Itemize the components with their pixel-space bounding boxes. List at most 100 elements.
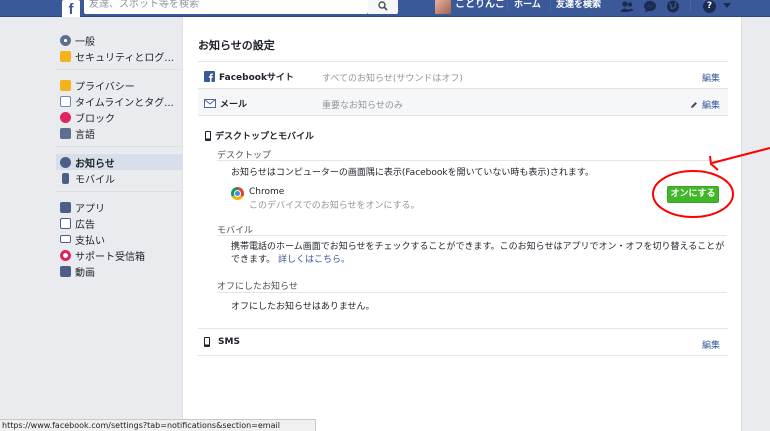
mobile-icon — [62, 172, 69, 184]
find-friends-link[interactable]: 友達を検索 — [556, 0, 601, 10]
divider — [217, 235, 727, 236]
help-icon[interactable]: ? — [703, 0, 716, 13]
edit-label: 編集 — [701, 341, 720, 351]
mobile-description: 携帯電話のホーム画面でお知らせをチェックすることができます。このお知らせはアプリ… — [231, 241, 731, 267]
notifications-globe-icon[interactable] — [666, 0, 680, 13]
sidebar-item-label: 動画 — [75, 267, 95, 279]
row-label-wrap: Facebookサイト — [204, 70, 294, 83]
edit-label: 編集 — [701, 74, 720, 84]
sidebar-item-label: 一般 — [75, 36, 95, 48]
account-menu-caret-icon[interactable] — [723, 3, 731, 8]
sidebar-item-security[interactable]: セキュリティとログ... — [56, 48, 182, 64]
ads-icon — [60, 217, 71, 229]
divider — [217, 160, 727, 161]
divider — [217, 292, 727, 293]
browser-name: Chrome — [249, 187, 285, 197]
sidebar-item-block[interactable]: ブロック — [56, 109, 182, 125]
desktop-mobile-section-title: デスクトップとモバイル — [205, 129, 314, 142]
sidebar-item-notifications[interactable]: お知らせ — [56, 154, 182, 170]
sidebar-item-language[interactable]: 言語 — [56, 125, 182, 141]
divider — [198, 355, 728, 356]
timeline-icon — [60, 95, 71, 107]
messages-icon[interactable] — [643, 0, 657, 13]
settings-sidebar: 一般 セキュリティとログ... プライバシー タイムラインとタグ... ブロック… — [56, 32, 182, 279]
sidebar-item-support-inbox[interactable]: サポート受信箱 — [56, 247, 182, 263]
search-button[interactable] — [368, 0, 398, 14]
sidebar-item-apps[interactable]: アプリ — [56, 199, 182, 215]
facebook-icon — [204, 71, 215, 82]
shield-icon — [60, 50, 71, 62]
sidebar-group-account: 一般 セキュリティとログ... — [56, 32, 182, 70]
lifebuoy-icon — [60, 249, 71, 261]
sidebar-item-timeline[interactable]: タイムラインとタグ... — [56, 93, 182, 109]
edit-link[interactable]: 編集 — [702, 338, 720, 351]
facebook-logo[interactable]: f — [62, 0, 80, 18]
globe-icon — [60, 156, 71, 168]
divider — [198, 115, 728, 116]
pencil-icon — [690, 101, 697, 108]
sidebar-group-notifications: お知らせ モバイル — [56, 154, 182, 192]
top-navigation-bar: f 友達、スポット等を検索 ことりんご ホーム 友達を検索 ? — [0, 0, 770, 18]
sidebar-item-videos[interactable]: 動画 — [56, 263, 182, 279]
sidebar-item-mobile[interactable]: モバイル — [56, 170, 182, 186]
avatar[interactable] — [435, 0, 451, 14]
phone-icon — [204, 337, 210, 347]
setting-row-facebook[interactable]: Facebookサイト すべてのお知らせ(サウンドはオフ) 編集 — [198, 61, 728, 88]
sidebar-item-label: お知らせ — [75, 158, 115, 170]
sidebar-item-ads[interactable]: 広告 — [56, 215, 182, 231]
section-title-label: デスクトップとモバイル — [215, 132, 315, 142]
apps-icon — [60, 201, 71, 213]
nav-divider — [690, 1, 691, 11]
notification-settings-panel: お知らせの設定 Facebookサイト すべてのお知らせ(サウンドはオフ) 編集… — [182, 17, 742, 431]
setting-label: メール — [220, 100, 248, 110]
block-icon — [60, 111, 71, 123]
chrome-icon — [231, 187, 244, 200]
sidebar-item-label: 広告 — [75, 219, 95, 231]
sidebar-item-label: プライバシー — [75, 81, 135, 93]
mail-icon — [204, 99, 216, 108]
sidebar-item-label: セキュリティとログ... — [75, 52, 174, 64]
edit-label: 編集 — [701, 101, 720, 111]
sidebar-item-payments[interactable]: 支払い — [56, 231, 182, 247]
edit-link[interactable]: 編集 — [690, 98, 720, 111]
sidebar-item-label: ブロック — [75, 113, 115, 125]
browser-status-bar: https://www.facebook.com/settings?tab=no… — [0, 419, 316, 431]
profile-link[interactable]: ことりんご — [455, 0, 505, 10]
sidebar-item-label: アプリ — [75, 203, 105, 215]
edit-link[interactable]: 編集 — [702, 71, 720, 84]
sidebar-item-label: 支払い — [75, 235, 105, 247]
sidebar-group-apps: アプリ 広告 支払い サポート受信箱 動画 — [56, 199, 182, 279]
page-title: お知らせの設定 — [198, 39, 275, 52]
disabled-notifications-heading: オフにしたお知らせ — [217, 282, 298, 292]
disabled-notifications-text: オフにしたお知らせはありません。 — [231, 302, 375, 312]
language-icon — [60, 127, 71, 139]
sidebar-item-label: サポート受信箱 — [75, 251, 145, 263]
browser-description: このデバイスでのお知らせをオンにする。 — [249, 201, 420, 211]
sidebar-item-label: 言語 — [75, 129, 95, 141]
search-icon — [378, 1, 388, 11]
sidebar-item-label: モバイル — [75, 174, 115, 186]
desktop-description: お知らせはコンピューターの画面隅に表示(Facebookを開いていない時も表示)… — [231, 168, 594, 178]
turn-on-button[interactable]: オンにする — [667, 186, 719, 203]
learn-more-link[interactable]: 詳しくはこちら。 — [278, 255, 350, 265]
setting-value: 重要なお知らせのみ — [322, 101, 403, 111]
home-link[interactable]: ホーム — [514, 0, 541, 10]
setting-value: すべてのお知らせ(サウンドはオフ) — [322, 74, 463, 84]
friend-requests-icon[interactable] — [620, 0, 634, 13]
setting-label: Facebookサイト — [219, 73, 294, 83]
row-label-wrap: SMS — [204, 337, 240, 347]
search-input[interactable]: 友達、スポット等を検索 — [84, 0, 368, 14]
gear-icon — [60, 34, 71, 46]
payment-icon — [60, 235, 71, 243]
sidebar-item-label: タイムラインとタグ... — [75, 97, 174, 109]
setting-row-email[interactable]: メール 重要なお知らせのみ 編集 — [198, 88, 728, 115]
mobile-icon — [205, 130, 211, 141]
video-icon — [60, 265, 71, 277]
setting-row-sms[interactable]: SMS 編集 — [198, 328, 728, 355]
setting-label: SMS — [218, 337, 240, 347]
nav-divider — [550, 1, 551, 11]
sidebar-item-general[interactable]: 一般 — [56, 32, 182, 48]
nav-divider — [507, 1, 508, 11]
sidebar-group-privacy: プライバシー タイムラインとタグ... ブロック 言語 — [56, 77, 182, 147]
sidebar-item-privacy[interactable]: プライバシー — [56, 77, 182, 93]
